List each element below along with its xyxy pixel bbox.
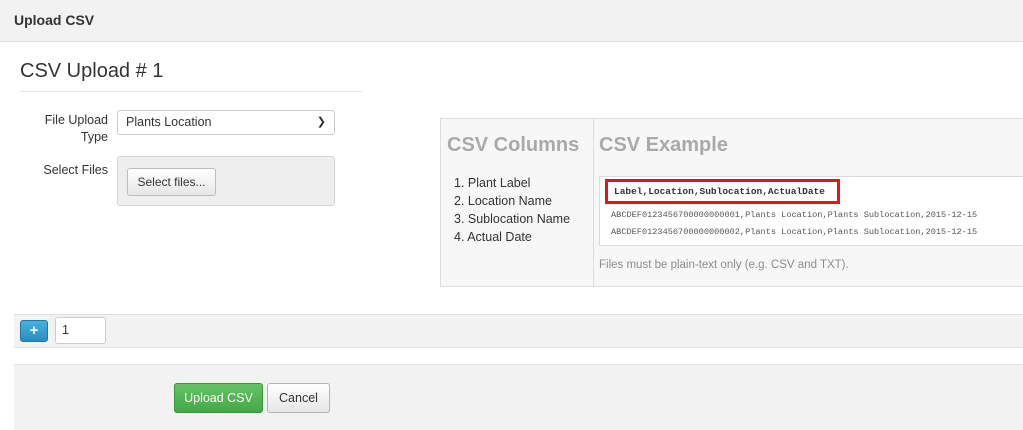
csv-info-panel: CSV Columns CSV Example 1. Plant Label 2… (440, 118, 1023, 287)
file-format-note: Files must be plain-text only (e.g. CSV … (599, 259, 849, 271)
add-upload-button[interactable]: + (20, 320, 48, 342)
csv-columns-heading: CSV Columns (447, 134, 580, 156)
upload-count-bar: + 1 (14, 314, 1023, 348)
panel-divider (593, 119, 594, 286)
file-drop-zone[interactable]: Select files... (117, 156, 335, 206)
upload-section-title: CSV Upload # 1 (20, 60, 164, 82)
page-title: Upload CSV (14, 12, 95, 28)
csv-example-row: ABCDEF0123456700000000002,Plants Locatio… (611, 227, 978, 237)
title-divider (20, 91, 362, 92)
csv-example-header-row: Label,Location,Sublocation,ActualDate (605, 179, 840, 204)
select-files-button[interactable]: Select files... (127, 168, 216, 196)
file-upload-type-value: Plants Location (126, 115, 212, 129)
file-upload-type-label: File Upload Type (44, 113, 108, 144)
csv-example-row: ABCDEF0123456700000000001,Plants Locatio… (611, 210, 978, 220)
page-header: Upload CSV (0, 0, 1023, 42)
csv-columns-list: 1. Plant Label 2. Location Name 3. Sublo… (454, 174, 570, 246)
list-item: 3. Sublocation Name (454, 212, 571, 226)
upload-count-input[interactable]: 1 (55, 317, 106, 344)
csv-example-heading: CSV Example (599, 134, 728, 156)
chevron-down-icon: ❯ (316, 116, 326, 128)
file-upload-type-select[interactable]: Plants Location ❯ (117, 110, 335, 135)
list-item: 1. Plant Label (454, 176, 531, 190)
form-footer: Upload CSV Cancel (14, 364, 1023, 430)
list-item: 2. Location Name (454, 194, 552, 208)
csv-example-box: Label,Location,Sublocation,ActualDate AB… (599, 176, 1023, 246)
upload-csv-button[interactable]: Upload CSV (174, 383, 263, 413)
list-item: 4. Actual Date (454, 230, 532, 244)
cancel-button[interactable]: Cancel (267, 383, 330, 413)
select-files-label: Select Files (43, 163, 108, 177)
